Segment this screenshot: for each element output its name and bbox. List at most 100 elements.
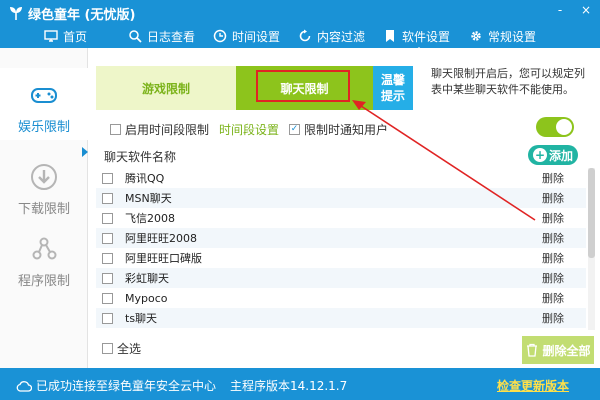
close-button[interactable]: × [580, 3, 592, 17]
tip-text: 聊天限制开启后，您可以规定列表中某些聊天软件不能使用。 [431, 67, 585, 96]
sidebar-item-download[interactable]: 下载限制 [0, 150, 88, 222]
download-icon [31, 164, 57, 190]
timerange-checkbox[interactable]: 启用时间段限制 [110, 121, 209, 138]
list-item: 阿里旺旺2008 删除 [96, 228, 586, 248]
software-name: Mypoco [125, 291, 168, 305]
title-bar: 绿色童年 (无忧版) - × 首页 日志查看 时间设置 内容过滤 软件设置 常规… [0, 0, 600, 51]
chat-software-list: 腾讯QQ 删除 MSN聊天 删除 飞信2008 删除 阿里旺旺2008 删除 阿… [96, 168, 588, 330]
scrollbar-thumb[interactable] [588, 168, 595, 258]
delete-all-button[interactable]: 删除全部 [522, 336, 594, 364]
monitor-icon [44, 30, 58, 42]
toggle-knob [556, 119, 572, 135]
main-panel: 游戏限制 聊天限制 温馨 提示 聊天限制开启后，您可以规定列表中某些聊天软件不能… [96, 48, 600, 368]
app-title: 绿色童年 (无忧版) [28, 7, 136, 23]
nav-label: 软件设置 [402, 29, 451, 44]
nav-item-general[interactable]: 常规设置 [469, 24, 536, 48]
software-name: 阿里旺旺2008 [125, 232, 197, 245]
delete-link[interactable]: 删除 [542, 210, 564, 226]
nav-item-software[interactable]: 软件设置 [383, 24, 451, 51]
trash-icon [527, 343, 538, 357]
timerange-settings-link[interactable]: 时间段设置 [219, 121, 279, 138]
delete-link[interactable]: 删除 [542, 290, 564, 306]
nav-item-home[interactable]: 首页 [44, 24, 87, 48]
enable-toggle[interactable] [536, 117, 574, 137]
list-footer: 全选 删除全部 [96, 336, 600, 364]
select-all-checkbox[interactable]: 全选 [102, 340, 141, 357]
tab-game-restriction[interactable]: 游戏限制 [96, 66, 236, 110]
clock-icon [213, 29, 227, 43]
nav-label: 时间设置 [232, 29, 281, 44]
software-name: 彩虹聊天 [125, 272, 169, 285]
gear-icon [471, 31, 481, 41]
gamepad-icon [31, 88, 57, 103]
nav-label: 日志查看 [147, 29, 196, 44]
checkbox-label: 启用时间段限制 [125, 122, 210, 137]
checkbox-label: 全选 [117, 342, 142, 356]
options-row: 启用时间段限制 时间段设置 ✓ 限制时通知用户 [110, 120, 580, 138]
software-name: MSN聊天 [125, 192, 172, 205]
restriction-tabs: 游戏限制 聊天限制 温馨 提示 聊天限制开启后，您可以规定列表中某些聊天软件不能… [96, 66, 600, 110]
delete-link[interactable]: 删除 [542, 190, 564, 206]
delete-link[interactable]: 删除 [542, 310, 564, 326]
tip-badge: 温馨 提示 [373, 66, 413, 110]
list-item: MSN聊天 删除 [96, 188, 586, 208]
row-checkbox[interactable] [102, 292, 113, 304]
checkbox-checked: ✓ [289, 123, 301, 135]
status-bar: 已成功连接至绿色童年安全云中心 主程序版本14.12.1.7 检查更新版本 [0, 368, 600, 400]
delete-link[interactable]: 删除 [542, 270, 564, 286]
nav-label: 首页 [63, 29, 88, 44]
delete-link[interactable]: 删除 [542, 250, 564, 266]
add-button[interactable]: + 添加 [528, 145, 578, 165]
check-update-link[interactable]: 检查更新版本 [497, 377, 569, 394]
nav-label: 常规设置 [488, 29, 537, 44]
connection-text: 已成功连接至绿色童年安全云中心 [36, 379, 217, 393]
share-icon [32, 237, 57, 260]
list-column-title: 聊天软件名称 [104, 149, 177, 164]
delete-link[interactable]: 删除 [542, 230, 564, 246]
refresh-icon [299, 29, 311, 42]
notify-user-checkbox[interactable]: ✓ 限制时通知用户 [289, 121, 388, 138]
nav-item-time[interactable]: 时间设置 [213, 24, 280, 48]
row-checkbox[interactable] [102, 212, 113, 224]
checkbox-label: 限制时通知用户 [304, 122, 389, 137]
delete-all-label: 删除全部 [542, 343, 591, 358]
software-name: 飞信2008 [125, 212, 175, 225]
list-header: 聊天软件名称 + 添加 [104, 145, 578, 166]
checkbox-unchecked [110, 123, 121, 135]
row-checkbox[interactable] [102, 232, 113, 244]
list-item: 腾讯QQ 删除 [96, 168, 586, 188]
tab-chat-restriction[interactable]: 聊天限制 [236, 66, 373, 110]
add-label: 添加 [548, 148, 573, 163]
app-logo: 绿色童年 (无忧版) [8, 4, 136, 23]
window-controls: - × [554, 3, 592, 17]
sidebar-item-entertainment[interactable]: 娱乐限制 [0, 68, 88, 140]
software-name: 阿里旺旺口碑版 [125, 252, 202, 265]
software-name: 腾讯QQ [125, 172, 165, 185]
list-scrollbar[interactable] [588, 168, 595, 330]
active-indicator-arrow [82, 147, 88, 157]
nav-label: 内容过滤 [317, 29, 366, 44]
row-checkbox[interactable] [102, 252, 113, 264]
search-icon [129, 30, 142, 43]
list-item: 飞信2008 删除 [96, 208, 586, 228]
row-checkbox[interactable] [102, 272, 113, 284]
nav-item-log[interactable]: 日志查看 [128, 24, 195, 48]
connection-status: 已成功连接至绿色童年安全云中心 [16, 377, 216, 394]
list-item: 彩虹聊天 删除 [96, 268, 586, 288]
minimize-button[interactable]: - [554, 3, 566, 17]
sidebar-item-label: 娱乐限制 [17, 120, 70, 135]
row-checkbox[interactable] [102, 192, 113, 204]
tab-label: 聊天限制 [280, 81, 329, 96]
cloud-icon [16, 380, 32, 392]
tip-title-line2: 提示 [380, 89, 405, 103]
sidebar: 娱乐限制 下载限制 程序限制 [0, 48, 88, 368]
sidebar-item-program[interactable]: 程序限制 [0, 222, 88, 294]
row-checkbox[interactable] [102, 312, 113, 324]
list-item: ts聊天 删除 [96, 308, 586, 328]
nav-item-filter[interactable]: 内容过滤 [298, 24, 365, 48]
delete-link[interactable]: 删除 [542, 170, 564, 186]
list-item: 阿里旺旺口碑版 删除 [96, 248, 586, 268]
plus-icon: + [532, 148, 547, 162]
row-checkbox[interactable] [102, 172, 113, 184]
checkbox-unchecked [102, 343, 113, 354]
